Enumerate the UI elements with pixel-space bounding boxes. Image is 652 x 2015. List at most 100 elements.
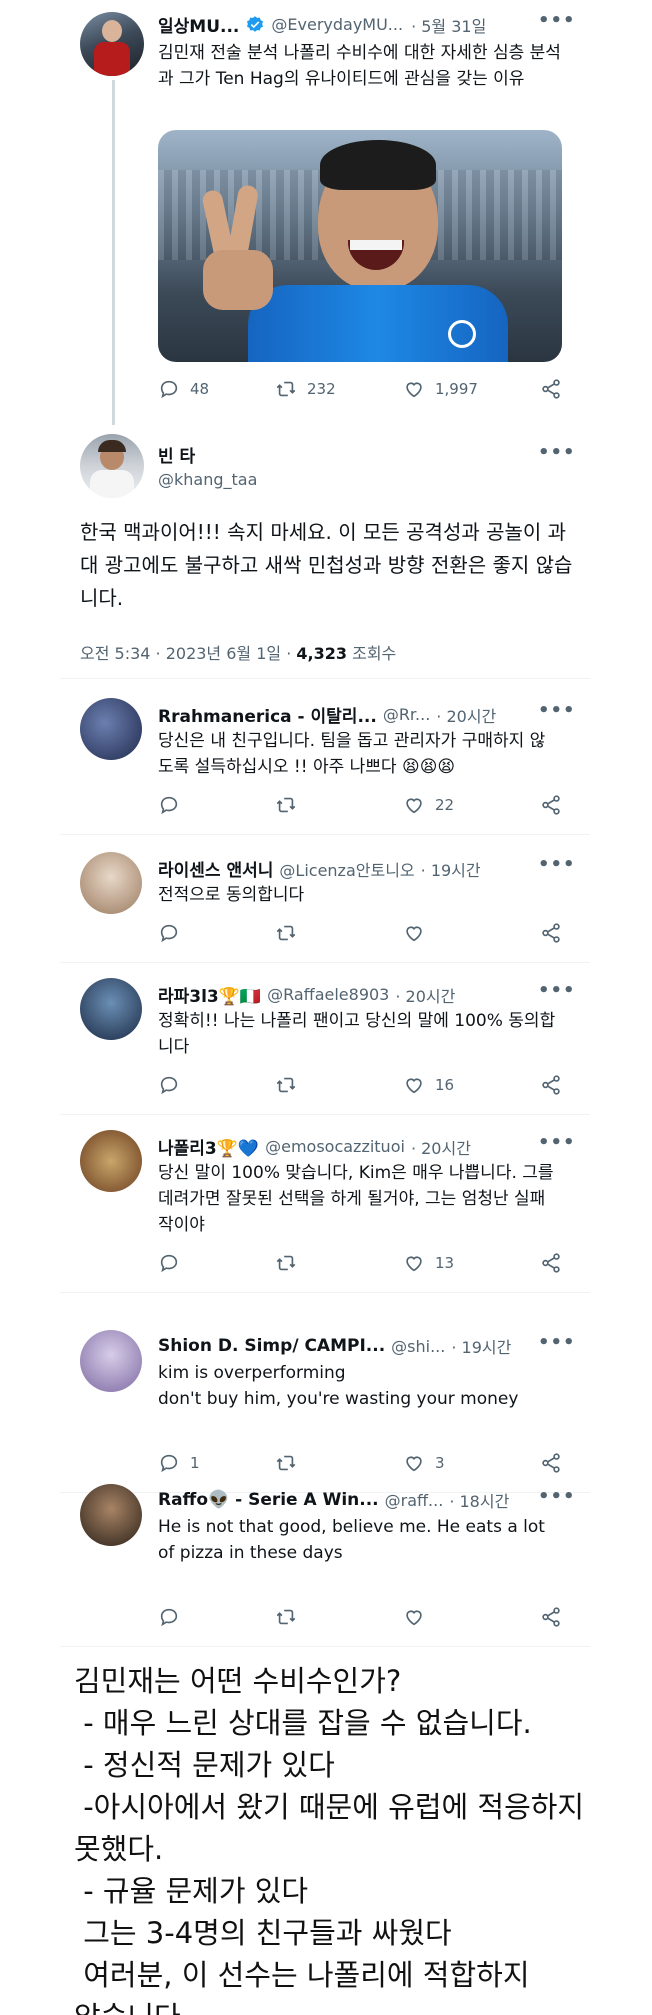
like-button[interactable]: 3	[403, 1452, 445, 1474]
avatar[interactable]	[80, 852, 142, 914]
like-button[interactable]	[403, 922, 435, 944]
divider	[60, 834, 590, 835]
reply-count: 1	[190, 1454, 200, 1472]
like-button[interactable]: 22	[403, 794, 454, 816]
reply-author-handle[interactable]: @Rr...	[383, 705, 430, 724]
avatar[interactable]	[80, 1130, 142, 1192]
avatar[interactable]	[80, 434, 144, 498]
tweet-timestamp[interactable]: 오전 5:34 · 2023년 6월 1일 ·	[80, 644, 296, 663]
author-handle[interactable]: @khang_taa	[158, 470, 257, 489]
more-icon[interactable]: •••	[538, 1332, 576, 1353]
reply-button[interactable]: 1	[158, 1452, 200, 1474]
more-icon[interactable]: •••	[538, 1132, 576, 1153]
reply-button[interactable]	[158, 1606, 190, 1628]
retweet-button[interactable]: 232	[275, 378, 336, 400]
retweet-button[interactable]	[275, 1252, 307, 1274]
heart-icon	[406, 926, 422, 942]
reply-author-handle[interactable]: @raff...	[385, 1491, 444, 1510]
reply-time[interactable]: · 19시간	[451, 1334, 511, 1358]
retweet-button[interactable]	[275, 922, 307, 944]
share-button[interactable]	[540, 1252, 562, 1274]
avatar[interactable]	[80, 1484, 142, 1546]
more-icon[interactable]: •••	[538, 10, 576, 31]
share-button[interactable]	[540, 794, 562, 816]
view-label: 조회수	[352, 644, 397, 663]
like-button[interactable]: 16	[403, 1074, 454, 1096]
like-button[interactable]	[403, 1606, 435, 1628]
reply-author-name[interactable]: 라파3l3🏆🇮🇹	[158, 982, 261, 1007]
reply-author-name[interactable]: Shion D. Simp/ CAMPI...	[158, 1336, 385, 1356]
like-count: 3	[435, 1454, 445, 1472]
reply-time[interactable]: · 20시간	[395, 983, 455, 1007]
heart-icon	[406, 1456, 422, 1472]
reply-button[interactable]: 48	[158, 378, 209, 400]
reply-text: 정확히!! 나는 나폴리 팬이고 당신의 말에 100% 동의합니다	[158, 1011, 556, 1057]
heart-icon	[406, 382, 422, 398]
caption-line: - 규율 문제가 있다	[74, 1874, 309, 1908]
reply-author-handle[interactable]: @Licenza안토니오	[279, 857, 414, 881]
reply-author-handle[interactable]: @Raffaele8903	[267, 985, 389, 1004]
like-button[interactable]: 1,997	[403, 378, 478, 400]
share-button[interactable]	[540, 378, 562, 400]
reply-button[interactable]	[158, 1074, 190, 1096]
retweet-button[interactable]	[275, 1452, 307, 1474]
share-button[interactable]	[540, 1606, 562, 1628]
share-icon	[542, 1607, 560, 1627]
like-button[interactable]: 13	[403, 1252, 454, 1274]
caption-line: 못했다.	[74, 1832, 164, 1866]
reply-author-handle[interactable]: @shi...	[391, 1337, 445, 1356]
reply-author-name[interactable]: Raffo👽 - Serie A Win...	[158, 1490, 379, 1510]
reply-time[interactable]: · 18시간	[449, 1488, 509, 1512]
retweet-icon	[276, 1455, 296, 1471]
tweet-date[interactable]: · 5월 31일	[411, 13, 486, 37]
reply-button[interactable]	[158, 922, 190, 944]
tweet-image[interactable]	[158, 130, 562, 362]
more-icon[interactable]: •••	[538, 700, 576, 721]
reply-icon	[160, 1254, 178, 1273]
caption-line: 그는 3-4명의 친구들과 싸웠다	[74, 1916, 452, 1950]
reply-button[interactable]	[158, 794, 190, 816]
reply-button[interactable]	[158, 1252, 190, 1274]
verified-badge-icon	[247, 15, 264, 32]
share-button[interactable]	[540, 922, 562, 944]
more-icon[interactable]: •••	[538, 980, 576, 1001]
divider	[60, 962, 590, 963]
caption-line: - 매우 느린 상대를 잡을 수 없습니다.	[74, 1706, 532, 1740]
reply-author-name[interactable]: Rrahmanerica - 이탈리...	[158, 702, 377, 727]
main-tweet-text: 한국 맥과이어!!! 속지 마세요. 이 모든 공격성과 공놀이 과대 광고에도…	[80, 520, 573, 610]
retweet-button[interactable]	[275, 794, 307, 816]
like-count: 1,997	[435, 380, 478, 398]
caption-block: 김민재는 어떤 수비수인가? - 매우 느린 상대를 잡을 수 없습니다. - …	[74, 1660, 644, 2015]
reply-time[interactable]: · 19시간	[421, 857, 481, 881]
more-icon[interactable]: •••	[538, 854, 576, 875]
share-icon	[542, 379, 560, 399]
retweet-button[interactable]	[275, 1606, 307, 1628]
reply-icon	[160, 1608, 178, 1627]
avatar[interactable]	[80, 12, 144, 76]
reply-icon	[160, 924, 178, 943]
more-icon[interactable]: •••	[538, 1486, 576, 1507]
more-icon[interactable]: •••	[538, 442, 576, 463]
author-handle[interactable]: @EverydayMU...	[271, 15, 403, 34]
reply-text: 당신은 내 친구입니다. 팀을 돕고 관리자가 구매하지 않도록 설득하십시오 …	[158, 731, 546, 777]
avatar[interactable]	[80, 698, 142, 760]
author-name[interactable]: 일상MU...	[158, 12, 239, 37]
reply-text: 전적으로 동의합니다	[158, 885, 305, 905]
share-button[interactable]	[540, 1452, 562, 1474]
share-icon	[542, 1253, 560, 1273]
reply-author-handle[interactable]: @emosocazzituoi	[265, 1137, 405, 1156]
caption-title: 김민재는 어떤 수비수인가?	[74, 1664, 402, 1698]
retweet-button[interactable]	[275, 1074, 307, 1096]
reply-time[interactable]: · 20시간	[411, 1135, 471, 1159]
reply-text: 당신 말이 100% 맞습니다, Kim은 매우 나쁩니다. 그를 데려가면 잘…	[158, 1163, 554, 1235]
reply-author-name[interactable]: 라이센스 앤서니	[158, 856, 273, 881]
avatar[interactable]	[80, 1330, 142, 1392]
divider	[60, 678, 590, 679]
reply-author-name[interactable]: 나폴리3🏆💙	[158, 1134, 259, 1159]
reply-icon	[160, 380, 178, 399]
tweet-meta: 오전 5:34 · 2023년 6월 1일 · 4,323 조회수	[80, 640, 396, 664]
reply-time[interactable]: · 20시간	[436, 703, 496, 727]
author-name[interactable]: 빈 타	[158, 442, 195, 467]
share-button[interactable]	[540, 1074, 562, 1096]
avatar[interactable]	[80, 978, 142, 1040]
